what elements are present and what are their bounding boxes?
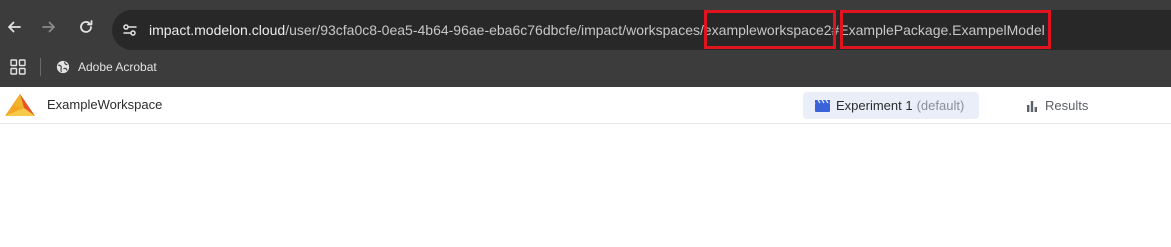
results-label: Results (1045, 98, 1089, 113)
arrow-right-icon (42, 21, 55, 33)
reload-icon (80, 20, 93, 33)
arrow-left-icon (8, 21, 21, 33)
bookmark-label: Adobe Acrobat (78, 60, 157, 74)
tune-icon (123, 24, 137, 36)
modelon-logo-icon[interactable] (4, 91, 36, 119)
tab-experiment[interactable]: Experiment 1 (default) (803, 92, 979, 119)
app-header: ExampleWorkspace Experiment 1 (default) … (0, 87, 1171, 124)
bookmarks-bar: Adobe Acrobat (0, 53, 1171, 87)
bar-chart-icon (1027, 100, 1037, 112)
url-host: impact.modelon.cloud (149, 22, 286, 38)
workspace-highlight-box (704, 10, 836, 49)
clapperboard-icon (815, 99, 830, 112)
tab-results[interactable]: Results (1026, 92, 1088, 119)
bookmarks-divider (40, 58, 41, 76)
model-highlight-box (840, 10, 1051, 49)
back-button[interactable] (2, 15, 26, 39)
globe-icon (56, 60, 70, 74)
bookmark-adobe-acrobat[interactable]: Adobe Acrobat (56, 56, 157, 78)
experiment-default-suffix: (default) (916, 98, 965, 113)
url-path: /user/93cfa0c8-0ea5-4b64-96ae-eba6c76dbc… (285, 22, 704, 38)
app-content-area (0, 124, 1171, 247)
reload-button[interactable] (74, 15, 98, 39)
experiment-label: Experiment 1 (836, 98, 913, 113)
workspace-name[interactable]: ExampleWorkspace (47, 97, 162, 112)
forward-button[interactable] (37, 15, 61, 39)
site-info-button[interactable] (118, 18, 142, 42)
apps-grid-icon[interactable] (10, 59, 26, 75)
browser-toolbar: impact.modelon.cloud/user/93cfa0c8-0ea5-… (0, 0, 1171, 53)
